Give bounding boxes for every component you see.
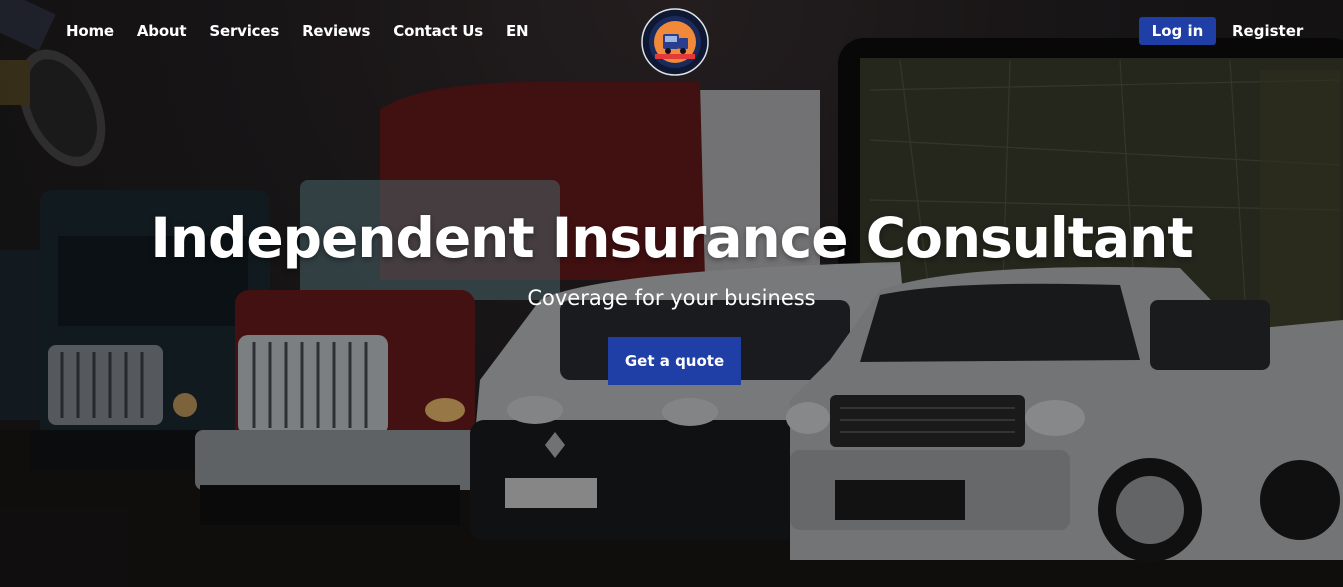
login-button[interactable]: Log in [1139,17,1216,45]
truck-badge-logo-icon[interactable] [641,8,709,76]
nav-contact-link[interactable]: Contact Us [393,22,483,40]
nav-reviews-link[interactable]: Reviews [302,22,370,40]
top-navigation: Home About Services Reviews Contact Us E… [0,0,1343,76]
register-link[interactable]: Register [1232,22,1303,40]
hero-title: Independent Insurance Consultant [150,206,1193,270]
nav-about-link[interactable]: About [137,22,187,40]
language-selector[interactable]: EN [506,22,529,40]
nav-services-link[interactable]: Services [209,22,279,40]
get-quote-button[interactable]: Get a quote [608,337,741,385]
nav-links: Home About Services Reviews Contact Us E… [66,22,529,40]
nav-home-link[interactable]: Home [66,22,114,40]
hero-subtitle: Coverage for your business [527,286,816,310]
